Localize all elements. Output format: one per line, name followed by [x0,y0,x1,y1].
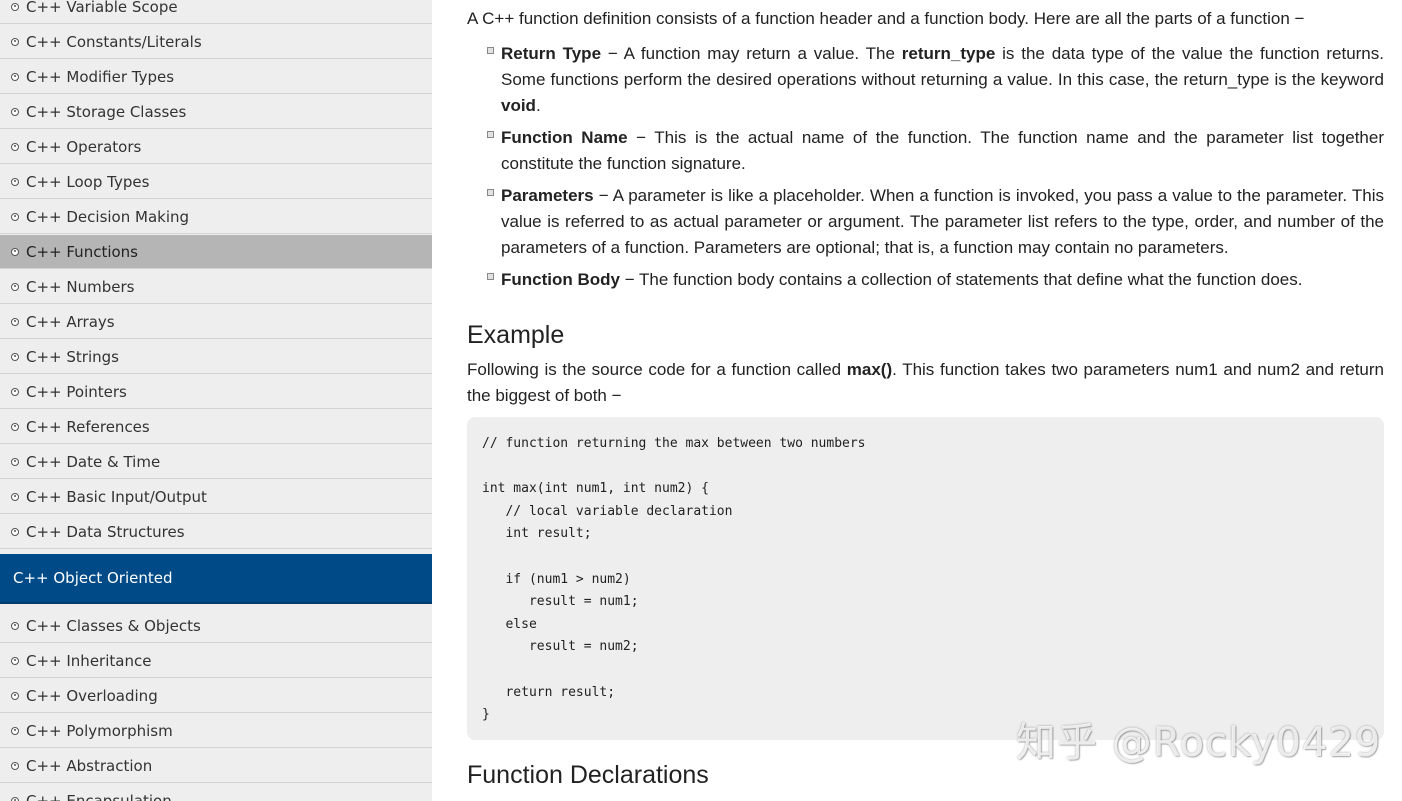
term-label: Function Body [501,270,620,289]
sidebar-item-cpp-references[interactable]: C++ References [0,410,432,444]
description-text: − A function may return a value. The [601,44,902,63]
sidebar-nav: C++ Variable Scope C++ Constants/Literals… [0,0,432,801]
bullet-icon [11,73,19,81]
code-text[interactable]: // function returning the max between tw… [482,433,866,727]
list-item: Parameters − A parameter is like a place… [487,183,1384,261]
bullet-icon [11,248,19,256]
sidebar-item-cpp-classes-objects[interactable]: C++ Classes & Objects [0,609,432,643]
bullet-icon [11,528,19,536]
list-item: Function Body − The function body contai… [487,267,1384,293]
sidebar-item-cpp-basic-input-output[interactable]: C++ Basic Input/Output [0,480,432,514]
description-text: − This is the actual name of the functio… [501,128,1384,173]
sidebar-item-label: C++ Loop Types [26,173,149,191]
sidebar-item-label: C++ Inheritance [26,652,151,670]
sidebar-item-cpp-arrays[interactable]: C++ Arrays [0,305,432,339]
bullet-icon [11,353,19,361]
sidebar-item-label: C++ Functions [26,243,138,261]
list-item: Return Type − A function may return a va… [487,41,1384,119]
zhihu-watermark: 知乎 @Rocky0429 [1016,710,1381,768]
description-text: . [536,96,541,115]
bullet-icon [11,692,19,700]
sidebar-item-cpp-abstraction[interactable]: C++ Abstraction [0,749,432,783]
sidebar-item-label: C++ Variable Scope [26,0,178,16]
sidebar-item-label: C++ Classes & Objects [26,617,201,635]
sidebar-item-label: C++ Storage Classes [26,103,186,121]
bullet-icon [11,143,19,151]
bullet-icon [11,657,19,665]
sidebar-item-cpp-strings[interactable]: C++ Strings [0,340,432,374]
term-label: Return Type [501,44,601,63]
sidebar-item-label: C++ Abstraction [26,757,152,775]
function-parts-list: Return Type − A function may return a va… [487,41,1384,299]
keyword-text: void [501,96,536,115]
function-declarations-heading: Function Declarations [467,760,709,790]
sidebar-item-label: C++ Operators [26,138,141,156]
sidebar-item-label: C++ Date & Time [26,453,160,471]
sidebar-item-cpp-loop-types[interactable]: C++ Loop Types [0,165,432,199]
square-bullet-icon [487,47,494,54]
bullet-icon [11,493,19,501]
bullet-icon [11,727,19,735]
sidebar-item-cpp-decision-making[interactable]: C++ Decision Making [0,200,432,234]
keyword-text: return_type [902,44,996,63]
sidebar-item-label: C++ Pointers [26,383,127,401]
term-label: Parameters [501,186,594,205]
code-block[interactable]: // function returning the max between tw… [467,417,1384,740]
sidebar-item-cpp-modifier-types[interactable]: C++ Modifier Types [0,60,432,94]
bullet-icon [11,762,19,770]
bullet-icon [11,423,19,431]
bullet-icon [11,388,19,396]
sidebar-item-cpp-polymorphism[interactable]: C++ Polymorphism [0,714,432,748]
main-content: A C++ function definition consists of a … [467,0,1384,801]
sidebar-item-cpp-pointers[interactable]: C++ Pointers [0,375,432,409]
sidebar-item-cpp-date-time[interactable]: C++ Date & Time [0,445,432,479]
square-bullet-icon [487,189,494,196]
bullet-icon [11,283,19,291]
square-bullet-icon [487,273,494,280]
term-label: Function Name [501,128,628,147]
example-desc-before: Following is the source code for a funct… [467,360,847,379]
sidebar-item-label: C++ Overloading [26,687,158,705]
sidebar-item-label: C++ Basic Input/Output [26,488,207,506]
sidebar-item-label: C++ Arrays [26,313,115,331]
bullet-icon [11,38,19,46]
bullet-icon [11,318,19,326]
intro-paragraph: A C++ function definition consists of a … [467,6,1384,32]
description-text: − The function body contains a collectio… [620,270,1302,289]
sidebar-section-header: C++ Object Oriented [0,554,432,604]
example-desc-function-name: max() [847,360,892,379]
list-item: Function Name − This is the actual name … [487,125,1384,177]
bullet-icon [11,797,19,801]
sidebar-item-cpp-constants-literals[interactable]: C++ Constants/Literals [0,25,432,59]
bullet-icon [11,458,19,466]
sidebar-item-label: C++ References [26,418,150,436]
sidebar-item-label: C++ Data Structures [26,523,185,541]
example-description: Following is the source code for a funct… [467,357,1384,409]
sidebar-item-label: C++ Constants/Literals [26,33,202,51]
sidebar-item-label: C++ Strings [26,348,119,366]
sidebar-item-cpp-encapsulation[interactable]: C++ Encapsulation [0,784,432,801]
sidebar-item-label: C++ Numbers [26,278,134,296]
bullet-icon [11,178,19,186]
section-header-label: C++ Object Oriented [13,569,173,587]
example-heading: Example [467,320,564,350]
sidebar-item-cpp-numbers[interactable]: C++ Numbers [0,270,432,304]
sidebar-item-cpp-storage-classes[interactable]: C++ Storage Classes [0,95,432,129]
sidebar-item-label: C++ Decision Making [26,208,189,226]
sidebar-item-cpp-operators[interactable]: C++ Operators [0,130,432,164]
bullet-icon [11,108,19,116]
square-bullet-icon [487,131,494,138]
sidebar-item-cpp-data-structures[interactable]: C++ Data Structures [0,515,432,549]
bullet-icon [11,3,19,11]
sidebar-item-label: C++ Encapsulation [26,792,172,801]
sidebar-item-cpp-functions[interactable]: C++ Functions [0,235,432,269]
sidebar-item-label: C++ Polymorphism [26,722,173,740]
description-text: − A parameter is like a placeholder. Whe… [501,186,1384,257]
bullet-icon [11,622,19,630]
sidebar-item-label: C++ Modifier Types [26,68,174,86]
bullet-icon [11,213,19,221]
sidebar-item-cpp-inheritance[interactable]: C++ Inheritance [0,644,432,678]
sidebar-item-cpp-variable-scope[interactable]: C++ Variable Scope [0,0,432,24]
sidebar-item-cpp-overloading[interactable]: C++ Overloading [0,679,432,713]
